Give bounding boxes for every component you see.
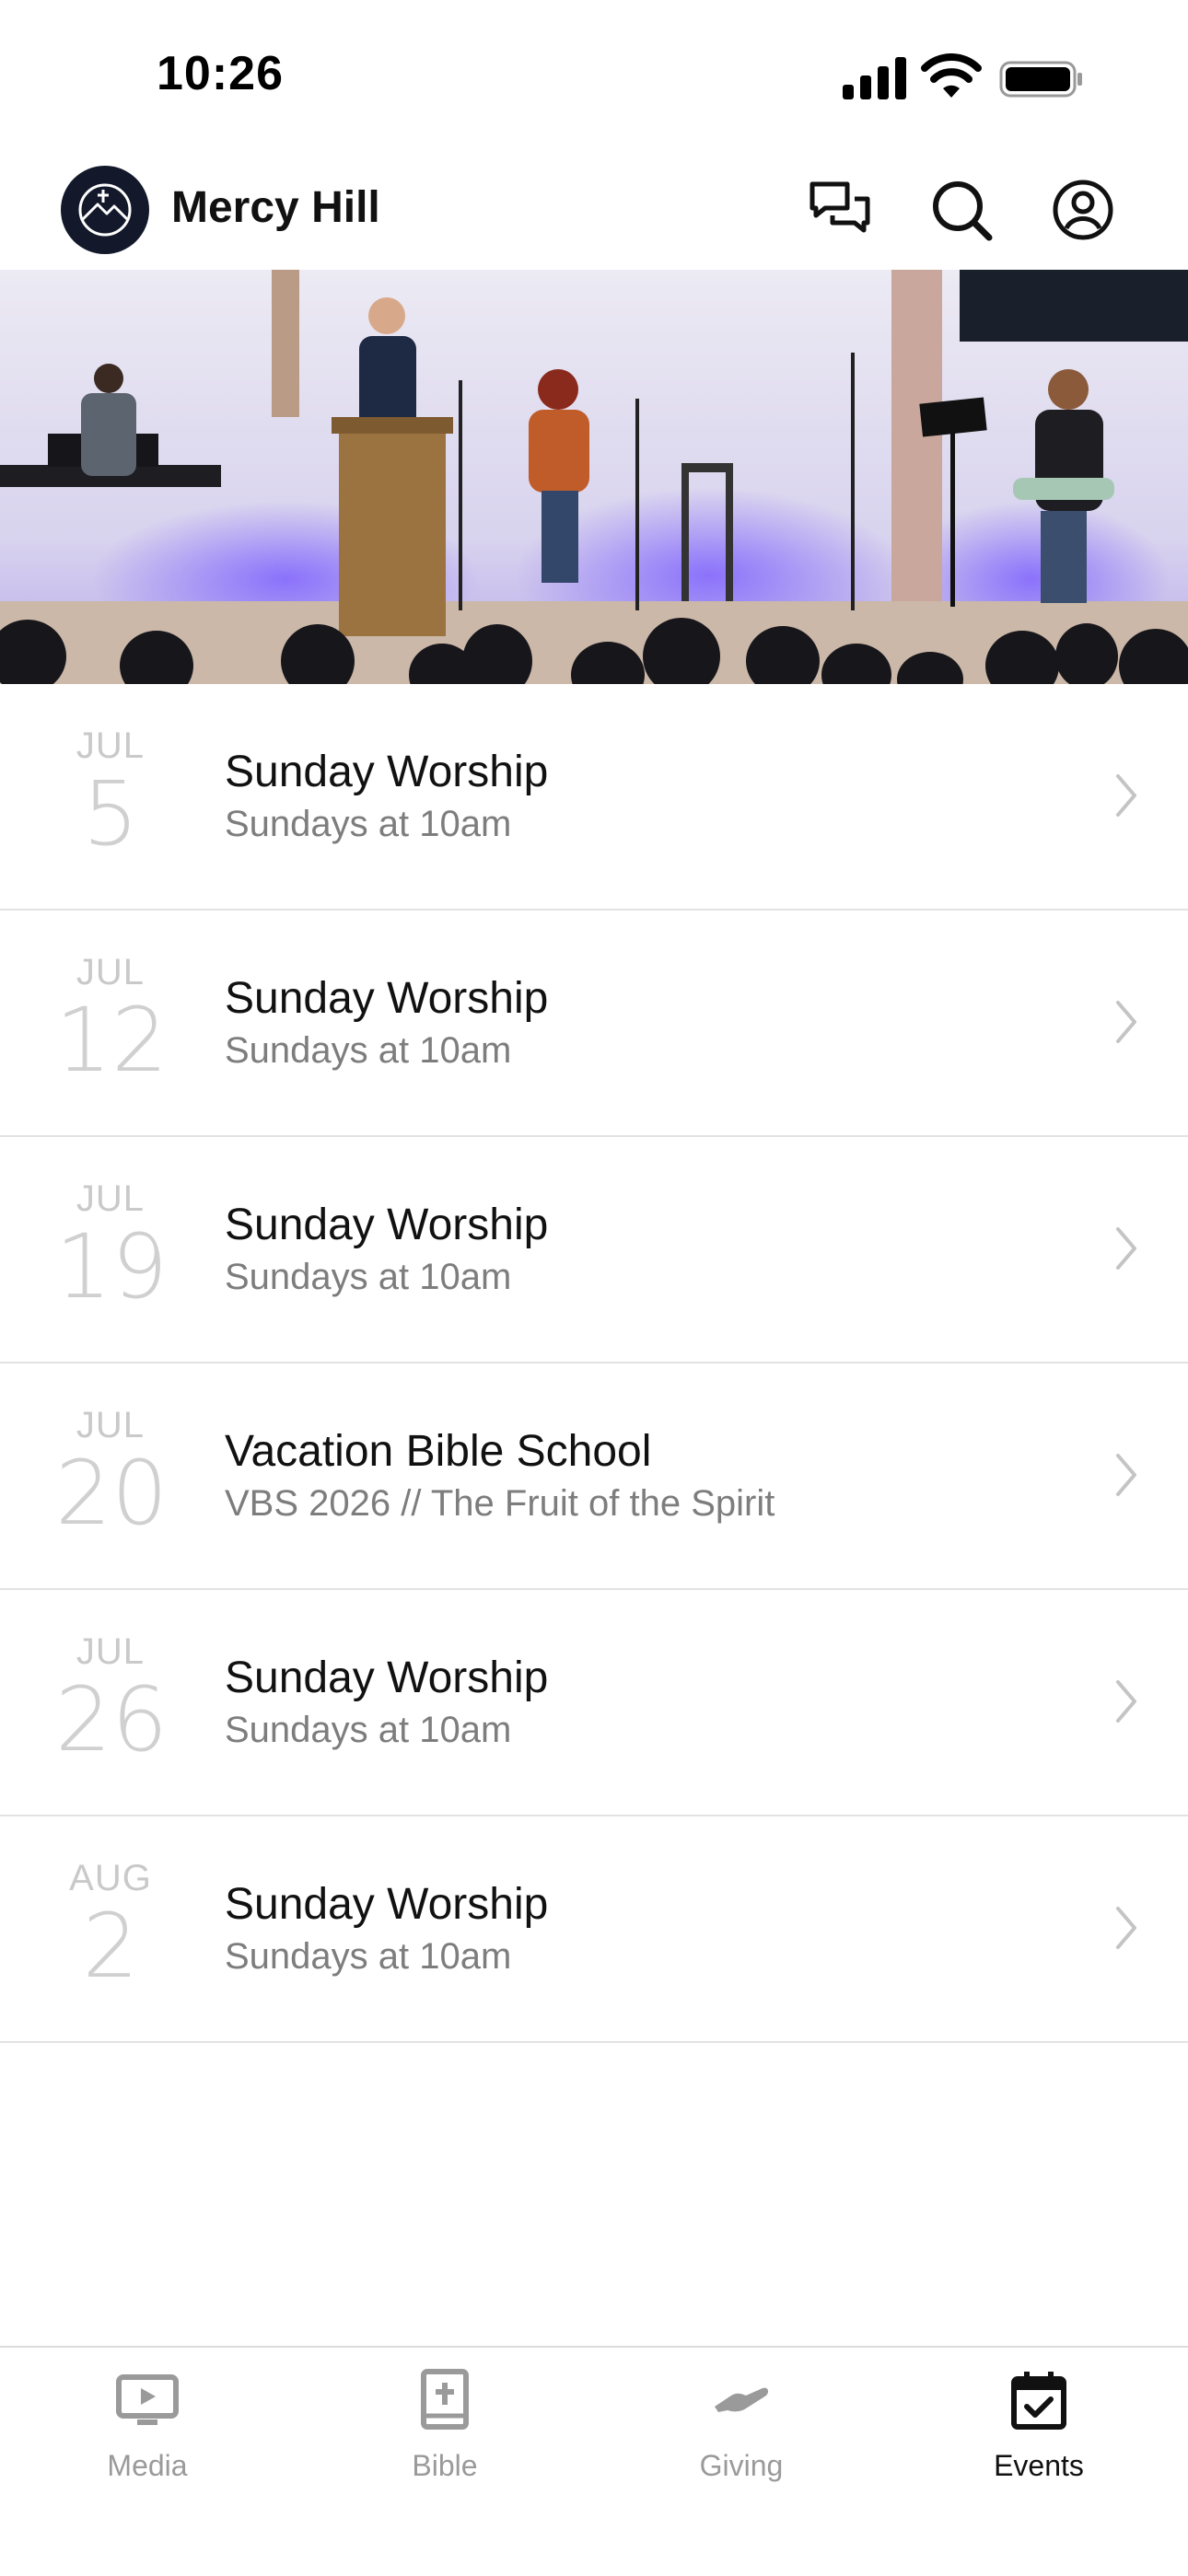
search-icon[interactable] xyxy=(926,175,996,245)
app-title: Mercy Hill xyxy=(171,183,380,232)
event-day: 26 xyxy=(55,1668,169,1771)
event-day: 5 xyxy=(82,762,139,865)
wifi-icon xyxy=(921,53,982,98)
event-month: JUL xyxy=(76,725,146,766)
date-badge: JUL 20 xyxy=(55,1405,168,1545)
date-badge: JUL 19 xyxy=(55,1178,168,1318)
chat-icon[interactable] xyxy=(805,175,875,245)
tab-label: Events xyxy=(994,2449,1084,2482)
giving-icon xyxy=(715,2387,769,2412)
status-time: 10:26 xyxy=(157,47,284,100)
tab-bar: Media Bible Giving Events xyxy=(0,2346,1188,2576)
status-bar: 10:26 xyxy=(0,0,1188,147)
tab-bible[interactable]: Bible xyxy=(297,2348,592,2532)
date-badge: JUL 12 xyxy=(55,952,168,1092)
mountain-cross-icon xyxy=(78,183,132,237)
event-row[interactable]: AUG 2 Sunday Worship Sundays at 10am xyxy=(0,1816,1188,2043)
event-subtitle: Sundays at 10am xyxy=(225,1710,512,1750)
tab-events[interactable]: Events xyxy=(891,2348,1186,2532)
hero-image xyxy=(0,270,1188,684)
chevron-right-icon xyxy=(1116,1454,1136,1496)
worship-stage-photo xyxy=(0,270,1188,684)
event-month: JUL xyxy=(76,952,146,992)
event-title: Sunday Worship xyxy=(225,1880,549,1929)
tab-label: Media xyxy=(107,2449,188,2482)
tab-label: Giving xyxy=(699,2449,784,2482)
chevron-right-icon xyxy=(1116,1227,1136,1270)
event-subtitle: VBS 2026 // The Fruit of the Spirit xyxy=(225,1483,775,1524)
profile-icon[interactable] xyxy=(1048,175,1118,245)
event-row[interactable]: JUL 20 Vacation Bible School VBS 2026 //… xyxy=(0,1363,1188,1590)
event-month: JUL xyxy=(76,1405,146,1445)
event-day: 20 xyxy=(55,1442,169,1545)
event-title: Sunday Worship xyxy=(225,748,549,796)
event-row[interactable]: JUL 12 Sunday Worship Sundays at 10am xyxy=(0,911,1188,1137)
event-title: Sunday Worship xyxy=(225,1201,549,1249)
event-row[interactable]: JUL 5 Sunday Worship Sundays at 10am xyxy=(0,684,1188,911)
tab-label: Bible xyxy=(412,2449,478,2482)
chevron-right-icon xyxy=(1116,1680,1136,1723)
event-row[interactable]: JUL 26 Sunday Worship Sundays at 10am xyxy=(0,1590,1188,1816)
event-day: 12 xyxy=(55,989,169,1092)
bible-icon xyxy=(421,2369,469,2430)
cellular-signal-icon xyxy=(843,57,906,99)
event-month: AUG xyxy=(69,1858,152,1898)
date-badge: JUL 26 xyxy=(55,1631,168,1771)
date-badge: AUG 2 xyxy=(55,1858,166,1998)
event-title: Sunday Worship xyxy=(225,1654,549,1702)
event-month: JUL xyxy=(76,1178,146,1219)
event-subtitle: Sundays at 10am xyxy=(225,804,512,844)
event-subtitle: Sundays at 10am xyxy=(225,1257,512,1297)
calendar-icon xyxy=(1011,2372,1066,2430)
tab-media[interactable]: Media xyxy=(0,2348,295,2532)
events-list: JUL 5 Sunday Worship Sundays at 10am JUL… xyxy=(0,684,1188,2043)
battery-icon xyxy=(999,61,1082,98)
chevron-right-icon xyxy=(1116,1907,1136,1949)
chevron-right-icon xyxy=(1116,774,1136,817)
event-title: Vacation Bible School xyxy=(225,1427,652,1476)
event-subtitle: Sundays at 10am xyxy=(225,1030,512,1071)
event-day: 19 xyxy=(55,1215,169,1318)
event-month: JUL xyxy=(76,1631,146,1672)
date-badge: JUL 5 xyxy=(55,725,166,865)
app-header: Mercy Hill xyxy=(0,147,1188,272)
event-subtitle: Sundays at 10am xyxy=(225,1936,512,1977)
chevron-right-icon xyxy=(1116,1001,1136,1043)
church-logo[interactable] xyxy=(61,166,149,254)
event-title: Sunday Worship xyxy=(225,974,549,1023)
tab-giving[interactable]: Giving xyxy=(594,2348,889,2532)
event-row[interactable]: JUL 19 Sunday Worship Sundays at 10am xyxy=(0,1137,1188,1363)
event-day: 2 xyxy=(82,1895,139,1998)
media-icon xyxy=(116,2374,179,2425)
